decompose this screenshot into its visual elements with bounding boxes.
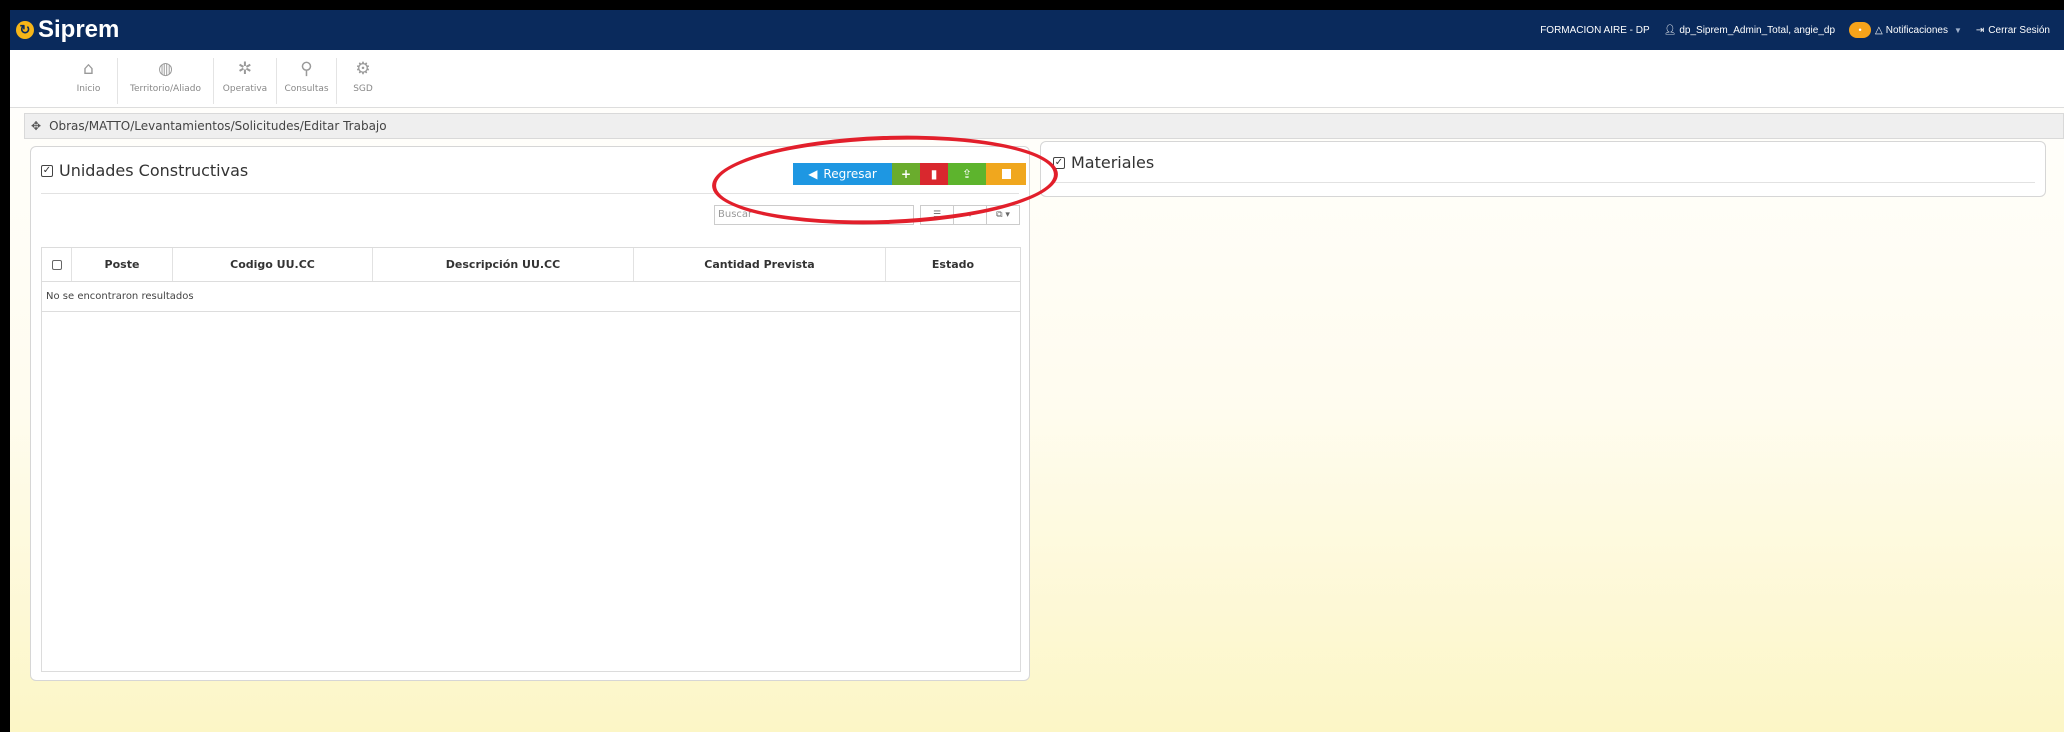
top-right-menu: FORMACION AIRE - DP 👤︎ dp_Siprem_Admin_T… (1526, 22, 2050, 38)
column-header[interactable]: Estado (886, 248, 1020, 281)
brand[interactable]: ↻ Siprem (16, 16, 119, 44)
chevron-down-icon: ▾ (967, 210, 973, 220)
gear-icon: ✲ (237, 59, 253, 79)
app-title: Siprem (38, 16, 120, 43)
panel-title: ✓ Materiales (1053, 153, 1154, 172)
search-input[interactable]: Buscar (714, 205, 914, 225)
user-icon: 👤︎ (1663, 24, 1677, 36)
globe-icon: ◍ (158, 59, 173, 79)
arrow-left-icon: ◀ (808, 167, 818, 181)
bell-icon: △ (1875, 24, 1883, 36)
select-all-checkbox[interactable] (51, 259, 62, 270)
divider (41, 193, 1019, 194)
nav-label: Territorio/Aliado (130, 84, 201, 94)
user-menu[interactable]: 👤︎ dp_Siprem_Admin_Total, angie_dp (1664, 25, 1835, 36)
upload-button[interactable]: ⇪ (948, 163, 986, 185)
breadcrumb: ✥ Obras/MATTO/Levantamientos/Solicitudes… (24, 113, 2064, 139)
panel-title-text: Unidades Constructivas (59, 161, 249, 180)
back-label: Regresar (823, 167, 877, 181)
panel-title-text: Materiales (1071, 153, 1155, 172)
nav-item-inicio[interactable]: ⌂ Inicio (60, 58, 118, 104)
notifications-menu[interactable]: • △ Notificaciones ▼ (1849, 22, 1962, 38)
nav-label: Operativa (222, 84, 268, 94)
nav-label: Consultas (284, 84, 329, 94)
list-view-button[interactable]: ☰ (921, 206, 954, 224)
chevron-down-icon: ▼ (1953, 25, 1962, 35)
empty-message: No se encontraron resultados (42, 282, 1020, 312)
search-icon: ⚲ (300, 59, 313, 79)
main-nav: ⌂ Inicio ◍ Territorio/Aliado ✲ Operativa… (10, 50, 2064, 108)
table-tools: ☰ ▾ ⧉ ▾ (920, 205, 1020, 225)
columns-dropdown[interactable]: ▾ (954, 206, 987, 224)
panel-title: ✓ Unidades Constructivas (41, 161, 248, 180)
logo-icon: ↻ (16, 21, 34, 39)
data-table: Poste Codigo UU.CC Descripción UU.CC Can… (41, 247, 1021, 672)
upload-icon: ⇪ (961, 167, 973, 181)
action-buttons: ◀ Regresar + ▮ ⇪ (793, 163, 1026, 185)
gears-icon: ⚙ (355, 59, 371, 79)
plus-icon: + (900, 167, 912, 181)
back-button[interactable]: ◀ Regresar (793, 163, 892, 185)
table-header: Poste Codigo UU.CC Descripción UU.CC Can… (42, 248, 1020, 282)
logout-button[interactable]: ⇥ Cerrar Sesión (1976, 25, 2050, 36)
document-icon (1001, 169, 1011, 179)
checkbox-square-icon: ✓ (1053, 156, 1065, 169)
nav-item-consultas[interactable]: ⚲ Consultas (277, 58, 337, 104)
list-icon: ☰ (932, 210, 942, 220)
trash-icon: ▮ (930, 167, 938, 181)
header-checkbox-cell (42, 248, 72, 281)
divider (1051, 182, 2035, 183)
column-header[interactable]: Codigo UU.CC (173, 248, 373, 281)
app-frame: ↻ Siprem FORMACION AIRE - DP 👤︎ dp_Sipre… (10, 10, 2064, 732)
nav-item-territorio[interactable]: ◍ Territorio/Aliado (118, 58, 214, 104)
top-bar: ↻ Siprem FORMACION AIRE - DP 👤︎ dp_Sipre… (10, 10, 2064, 50)
user-name: dp_Siprem_Admin_Total, angie_dp (1679, 24, 1836, 36)
materiales-panel: ✓ Materiales (1040, 141, 2046, 197)
delete-button[interactable]: ▮ (920, 163, 948, 185)
unidades-constructivas-panel: ✓ Unidades Constructivas ◀ Regresar + ▮ … (30, 146, 1030, 681)
logout-label: Cerrar Sesión (1988, 24, 2050, 36)
column-header[interactable]: Descripción UU.CC (373, 248, 634, 281)
export-icon: ⧉ ▾ (996, 210, 1010, 220)
add-button[interactable]: + (892, 163, 920, 185)
column-header[interactable]: Poste (72, 248, 173, 281)
document-button[interactable] (986, 163, 1026, 185)
column-header[interactable]: Cantidad Prevista (634, 248, 886, 281)
org-label[interactable]: FORMACION AIRE - DP (1540, 25, 1649, 36)
nav-item-sgd[interactable]: ⚙ SGD (337, 58, 389, 104)
checkbox-square-icon: ✓ (41, 164, 53, 177)
export-button[interactable]: ⧉ ▾ (987, 206, 1019, 224)
move-icon: ✥ (31, 119, 42, 133)
logout-icon: ⇥ (1975, 24, 1985, 36)
home-icon: ⌂ (83, 59, 94, 79)
nav-label: Inicio (76, 84, 101, 94)
nav-label: SGD (353, 84, 373, 94)
notifications-badge: • (1849, 22, 1872, 38)
breadcrumb-path: Obras/MATTO/Levantamientos/Solicitudes/E… (49, 119, 387, 133)
notifications-label: Notificaciones (1885, 24, 1948, 36)
nav-item-operativa[interactable]: ✲ Operativa (214, 58, 277, 104)
